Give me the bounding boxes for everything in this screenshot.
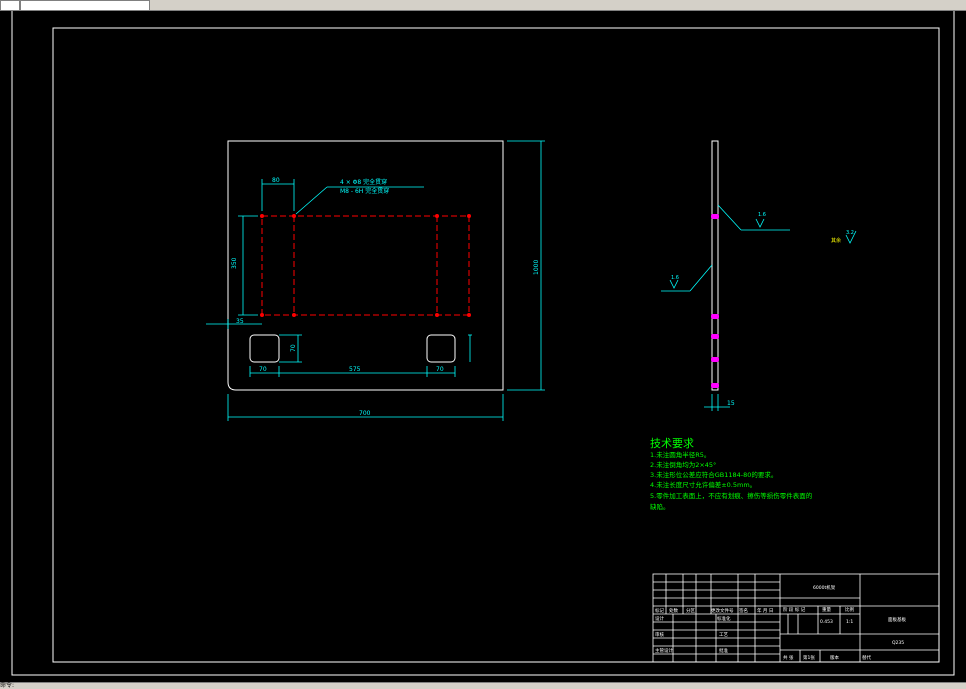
svg-text:阶 段 标 记: 阶 段 标 记 <box>783 606 806 613</box>
svg-text:3.未注形位公差应符合GB1184-80的要求。: 3.未注形位公差应符合GB1184-80的要求。 <box>650 470 777 479</box>
cad-drawing: 80 350 35 70 70 575 70 700 1000 15 4 × Φ… <box>11 9 955 676</box>
side-view-annotations <box>661 204 857 411</box>
svg-text:分区: 分区 <box>686 607 695 614</box>
drawing-border <box>52 27 940 663</box>
tab-model[interactable] <box>0 0 20 11</box>
dim-left-offset: 35 <box>236 318 244 325</box>
svg-text:重量: 重量 <box>822 606 831 613</box>
dim-slot-mid: 575 <box>349 366 361 373</box>
title-block-texts: 6000t机架 面板基板 Q235 标记 处数 分区 更改文件号 签名 年 月 … <box>655 584 906 661</box>
dim-overall-height: 1000 <box>533 260 540 275</box>
dim-thickness: 15 <box>727 400 735 407</box>
roughness-other-prefix: 其余 <box>831 237 841 244</box>
tech-req-title: 技术要求 <box>650 437 694 450</box>
svg-text:4.未注长度尺寸允许偏差±0.5mm。: 4.未注长度尺寸允许偏差±0.5mm。 <box>650 480 756 489</box>
side-view-plate <box>711 140 719 391</box>
tb-scale-value: 1:1 <box>846 619 853 625</box>
tab-layout[interactable] <box>20 0 150 11</box>
svg-text:版本: 版本 <box>830 654 839 661</box>
svg-text:更改文件号: 更改文件号 <box>711 607 734 614</box>
dim-top-width: 80 <box>272 177 280 184</box>
svg-text:缺陷。: 缺陷。 <box>650 502 670 511</box>
svg-text:工艺: 工艺 <box>719 632 728 638</box>
svg-text:主管设计: 主管设计 <box>655 647 673 654</box>
svg-text:比例: 比例 <box>845 606 854 613</box>
callout-line1: 4 × Φ8 完全贯穿 <box>340 178 387 186</box>
svg-text:第1张: 第1张 <box>803 654 815 661</box>
svg-text:替代: 替代 <box>862 654 871 661</box>
svg-text:批准: 批准 <box>719 647 728 654</box>
svg-text:1.未注圆角半径R5。: 1.未注圆角半径R5。 <box>650 450 710 459</box>
svg-text:1.6: 1.6 <box>671 275 679 281</box>
slot-right <box>426 334 456 363</box>
dim-slot-right: 70 <box>436 366 444 373</box>
drawing-viewport[interactable]: 80 350 35 70 70 575 70 700 1000 15 4 × Φ… <box>0 9 966 682</box>
dim-slot-left: 70 <box>259 366 267 373</box>
svg-text:1.6: 1.6 <box>758 212 766 218</box>
dim-overall-width: 700 <box>359 410 371 417</box>
svg-text:5.零件加工表面上，不应有划痕、擦伤等损伤零件表面的: 5.零件加工表面上，不应有划痕、擦伤等损伤零件表面的 <box>650 491 813 500</box>
hole-markers <box>260 214 471 317</box>
svg-text:年 月 日: 年 月 日 <box>757 607 773 614</box>
dim-height-left: 350 <box>231 257 238 269</box>
svg-text:标准化: 标准化 <box>717 615 731 622</box>
outer-frame <box>11 9 955 676</box>
slot-left <box>249 334 280 363</box>
svg-text:共 张: 共 张 <box>783 654 794 661</box>
svg-text:标记: 标记 <box>655 607 664 614</box>
callout-line2: M8 - 6H 完全贯穿 <box>340 187 389 195</box>
tb-weight-value: 0.453 <box>820 619 833 625</box>
svg-text:签名: 签名 <box>739 607 748 614</box>
svg-text:处数: 处数 <box>669 607 678 614</box>
hidden-lines <box>261 215 470 316</box>
svg-text:审核: 审核 <box>655 631 664 638</box>
svg-text:设计: 设计 <box>655 615 664 622</box>
svg-text:3.2: 3.2 <box>846 230 854 236</box>
tab-bar <box>0 0 966 11</box>
dimension-texts: 80 350 35 70 70 575 70 700 1000 15 4 × Φ… <box>231 177 735 417</box>
tb-project: 6000t机架 <box>813 584 836 591</box>
tech-req-lines: 1.未注圆角半径R5。 2.未注倒角均为2×45° 3.未注形位公差应符合GB1… <box>650 450 813 511</box>
svg-text:2.未注倒角均为2×45°: 2.未注倒角均为2×45° <box>650 460 716 469</box>
dim-slot-height: 70 <box>290 344 297 352</box>
tb-material: Q235 <box>892 640 904 646</box>
tb-part-name: 面板基板 <box>888 616 906 623</box>
